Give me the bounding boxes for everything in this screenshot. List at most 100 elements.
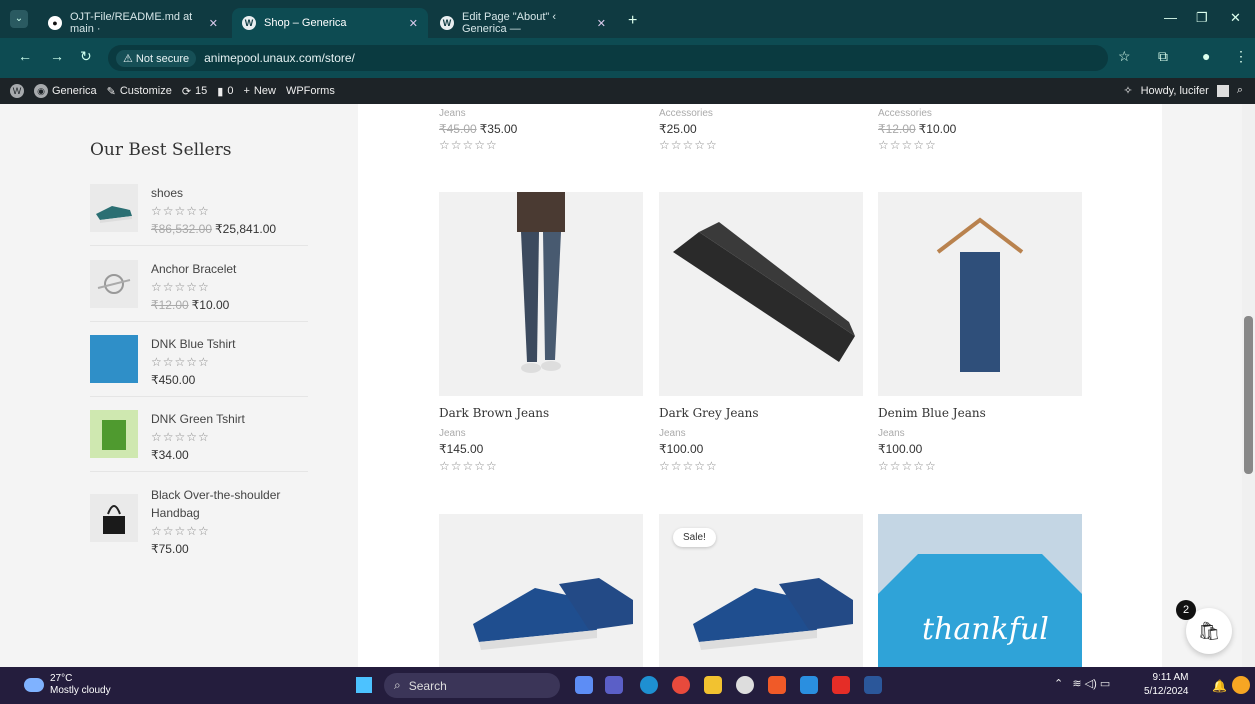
wp-logo-item[interactable]: W — [10, 84, 24, 98]
product-name[interactable]: Anchor Bracelet — [151, 260, 306, 278]
restore-button[interactable]: ❐ — [1196, 10, 1208, 26]
user-avatar[interactable] — [1216, 84, 1229, 97]
handbag-thumbnail[interactable] — [90, 494, 138, 542]
tab-github[interactable]: ● OJT-File/README.md at main · ✕ — [38, 8, 228, 38]
product-name[interactable]: Denim Blue Jeans — [878, 406, 1082, 420]
product-card[interactable]: Dark Brown Jeans Jeans ₹145.00 ☆☆☆☆☆ — [439, 406, 643, 473]
extensions-icon[interactable]: ⧉ — [1158, 48, 1168, 65]
address-bar[interactable]: ⚠ Not secure animepool.unaux.com/store/ — [108, 45, 1108, 71]
dark-brown-jeans-image[interactable] — [439, 192, 643, 396]
github-icon: ● — [48, 16, 62, 30]
green-tshirt-thumbnail[interactable] — [90, 410, 138, 458]
system-tray[interactable]: ⌃ ≋ ◁) ▭ — [1054, 677, 1110, 690]
new-content-item[interactable]: + New — [243, 85, 275, 97]
forward-button[interactable]: → — [50, 48, 64, 64]
sneakers-image[interactable] — [439, 514, 643, 667]
clock[interactable]: 9:11 AM 5/12/2024 — [1144, 671, 1189, 699]
file-explorer-icon[interactable] — [704, 676, 722, 694]
blue-tshirt-thumbnail[interactable] — [90, 335, 138, 383]
ai-sparkle-icon[interactable]: ✧ — [1123, 84, 1132, 97]
taskbar-search[interactable]: ⌕ Search — [384, 673, 560, 698]
sale-sneakers-image[interactable]: Sale! — [659, 514, 863, 667]
word-icon[interactable] — [864, 676, 882, 694]
product-card-top[interactable]: Accessories ₹25.00 ☆☆☆☆☆ — [659, 108, 863, 152]
cart-count-badge: 2 — [1176, 600, 1196, 620]
howdy-user[interactable]: Howdy, lucifer — [1141, 85, 1209, 97]
product-card[interactable]: Denim Blue Jeans Jeans ₹100.00 ☆☆☆☆☆ — [878, 406, 1082, 473]
close-tab-icon[interactable]: ✕ — [409, 17, 418, 30]
comments-item[interactable]: ▮ 0 — [217, 85, 233, 98]
wordpress-icon: W — [242, 16, 256, 30]
product-category[interactable]: Jeans — [659, 428, 863, 439]
scrollbar-thumb[interactable] — [1244, 316, 1253, 474]
minimize-button[interactable]: — — [1164, 10, 1177, 25]
product-name[interactable]: Black Over-the-shoulder Handbag — [151, 486, 306, 522]
browser-menu-icon[interactable]: ⋮ — [1234, 48, 1248, 65]
price: ₹100.00 — [878, 442, 923, 456]
browser-tab-bar: ⌄ ● OJT-File/README.md at main · ✕ W Sho… — [0, 0, 1255, 38]
best-seller-item[interactable]: DNK Blue Tshirt ☆☆☆☆☆ ₹450.00 — [90, 335, 308, 397]
url-text: animepool.unaux.com/store/ — [204, 51, 355, 65]
right-margin — [1162, 104, 1242, 667]
site-name-item[interactable]: ◉ Generica — [34, 84, 97, 98]
edge-icon[interactable] — [640, 676, 658, 694]
product-name[interactable]: DNK Green Tshirt — [151, 410, 306, 428]
opera-icon[interactable] — [736, 676, 754, 694]
product-name[interactable]: DNK Blue Tshirt — [151, 335, 306, 353]
bookmark-star-icon[interactable]: ☆ — [1118, 48, 1131, 65]
notification-bell-icon[interactable]: 🔔 — [1212, 679, 1227, 693]
page-scrollbar[interactable] — [1242, 104, 1255, 667]
not-secure-badge[interactable]: ⚠ Not secure — [116, 49, 197, 67]
product-card-top[interactable]: Accessories ₹12.00 ₹10.00 ☆☆☆☆☆ — [878, 108, 1082, 152]
close-tab-icon[interactable]: ✕ — [209, 17, 218, 30]
product-category[interactable]: Accessories — [878, 108, 1082, 119]
store-icon[interactable] — [800, 676, 818, 694]
best-seller-item[interactable]: DNK Green Tshirt ☆☆☆☆☆ ₹34.00 — [90, 410, 308, 472]
sale-price: ₹10.00 — [918, 122, 957, 136]
product-card[interactable]: Dark Grey Jeans Jeans ₹100.00 ☆☆☆☆☆ — [659, 406, 863, 473]
back-button[interactable]: ← — [18, 48, 32, 64]
weather-widget[interactable]: 27°C Mostly cloudy — [24, 673, 111, 697]
profile-avatar-icon[interactable]: ● — [1202, 48, 1210, 64]
dark-grey-jeans-image[interactable] — [659, 192, 863, 396]
product-category[interactable]: Jeans — [439, 108, 643, 119]
rating-stars: ☆☆☆☆☆ — [151, 524, 210, 538]
wpforms-item[interactable]: WPForms — [286, 85, 335, 97]
app-icon[interactable] — [768, 676, 786, 694]
close-tab-icon[interactable]: ✕ — [597, 17, 606, 30]
thankful-tshirt-image[interactable]: thankful — [878, 514, 1082, 667]
product-name[interactable]: Dark Grey Jeans — [659, 406, 863, 420]
updates-item[interactable]: ⟳ 15 — [182, 85, 207, 98]
youtube-icon[interactable] — [832, 676, 850, 694]
best-seller-item[interactable]: Black Over-the-shoulder Handbag ☆☆☆☆☆ ₹7… — [90, 486, 308, 556]
tab-shop[interactable]: W Shop – Generica ✕ — [232, 8, 428, 38]
reload-button[interactable]: ↻ — [80, 48, 92, 65]
denim-blue-jeans-image[interactable] — [878, 192, 1082, 396]
task-view-icon[interactable] — [575, 676, 593, 694]
tab-edit-page[interactable]: W Edit Page "About" ‹ Generica — ✕ — [430, 8, 616, 38]
product-name[interactable]: shoes — [151, 184, 306, 202]
rating-stars: ☆☆☆☆☆ — [439, 459, 498, 473]
product-name[interactable]: Dark Brown Jeans — [439, 406, 643, 420]
old-price: ₹45.00 — [439, 122, 477, 136]
close-window-button[interactable]: ✕ — [1230, 10, 1241, 26]
teams-icon[interactable] — [605, 676, 623, 694]
best-seller-item[interactable]: Anchor Bracelet ☆☆☆☆☆ ₹12.00 ₹10.00 — [90, 260, 308, 322]
search-icon[interactable]: ⌕ — [1237, 84, 1243, 97]
tab-search-chevron-icon[interactable]: ⌄ — [10, 10, 28, 28]
product-category[interactable]: Jeans — [878, 428, 1082, 439]
plus-icon: + — [243, 85, 250, 97]
price: ₹450.00 — [151, 373, 196, 387]
product-category[interactable]: Accessories — [659, 108, 863, 119]
customize-item[interactable]: ✎ Customize — [107, 85, 172, 98]
rating-stars: ☆☆☆☆☆ — [151, 430, 210, 444]
product-category[interactable]: Jeans — [439, 428, 643, 439]
shoes-thumbnail[interactable] — [90, 184, 138, 232]
best-seller-item[interactable]: shoes ☆☆☆☆☆ ₹86,532.00 ₹25,841.00 — [90, 184, 308, 246]
chrome-icon[interactable] — [672, 676, 690, 694]
copilot-icon[interactable] — [1232, 676, 1250, 694]
bracelet-thumbnail[interactable] — [90, 260, 138, 308]
product-card-top[interactable]: Jeans ₹45.00 ₹35.00 ☆☆☆☆☆ — [439, 108, 643, 152]
start-button[interactable] — [356, 677, 372, 693]
new-tab-button[interactable]: + — [628, 12, 637, 30]
